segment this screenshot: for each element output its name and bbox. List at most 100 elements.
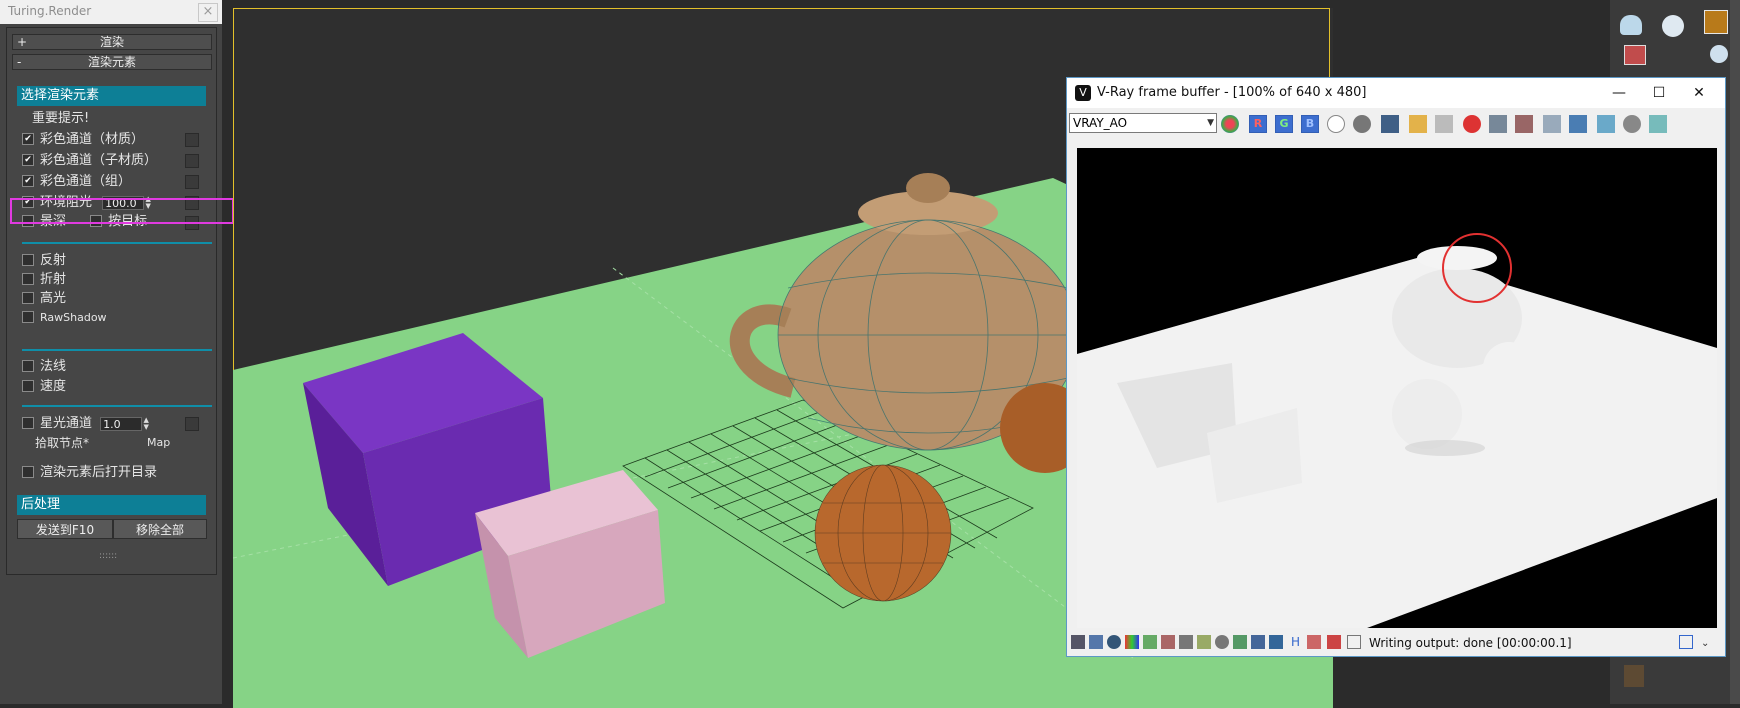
panel-close-button[interactable]: ×: [198, 3, 218, 22]
option-label: 反射: [40, 253, 67, 268]
mono-icon[interactable]: [1353, 115, 1371, 133]
close-button[interactable]: ✕: [1689, 83, 1709, 103]
select-elements-header: 选择渲染元素: [17, 86, 206, 106]
resize-grip[interactable]: ::::::: [99, 547, 117, 565]
stop-icon[interactable]: [1623, 115, 1641, 133]
sun-icon[interactable]: [1704, 10, 1728, 34]
link-settings-icon[interactable]: [1569, 115, 1587, 133]
region-render-icon[interactable]: [1543, 115, 1561, 133]
option-row[interactable]: 反射: [22, 252, 66, 270]
compare-icon[interactable]: [1269, 635, 1283, 649]
panel-body: + 渲染 - 渲染元素 选择渲染元素 重要提示! ✔ 彩色通道（材质） ✔ 彩色通道…: [6, 27, 217, 575]
panel-toggle-icon[interactable]: [1679, 635, 1693, 649]
follow-mouse-icon[interactable]: [1515, 115, 1533, 133]
channel-row-material[interactable]: ✔ 彩色通道（材质）: [22, 131, 144, 149]
curve-icon[interactable]: [1161, 635, 1175, 649]
alpha-white-icon[interactable]: [1327, 115, 1345, 133]
track-mouse-icon[interactable]: [1489, 115, 1507, 133]
checkbox[interactable]: [22, 291, 34, 304]
levels-icon[interactable]: [1143, 635, 1157, 649]
green-channel-button[interactable]: G: [1275, 115, 1293, 133]
open-folder-icon[interactable]: [1409, 115, 1427, 133]
clipboard-icon[interactable]: [1435, 115, 1453, 133]
lens-effects-icon[interactable]: [1233, 635, 1247, 649]
option-row[interactable]: 高光: [22, 290, 66, 308]
h-flip-button[interactable]: H: [1291, 635, 1300, 649]
option-row[interactable]: 法线: [22, 358, 66, 376]
render-frame-icon[interactable]: [1624, 45, 1646, 65]
rollout-render-label: 渲染: [99, 35, 124, 49]
checkbox[interactable]: [22, 465, 34, 478]
channel-row-submaterial[interactable]: ✔ 彩色通道（子材质）: [22, 152, 157, 170]
rollout-render[interactable]: + 渲染: [12, 34, 212, 50]
post-process-header: 后处理: [17, 495, 206, 515]
color-swatch[interactable]: [185, 133, 199, 147]
info-icon[interactable]: [1107, 635, 1121, 649]
color-correction-icon[interactable]: [1125, 635, 1139, 649]
open-dir-row[interactable]: 渲染元素后打开目录: [22, 464, 157, 482]
remove-all-button[interactable]: 移除全部: [113, 519, 207, 539]
glow-row[interactable]: 星光通道 1.0 ▲ ▼: [22, 415, 150, 433]
channel-row-group[interactable]: ✔ 彩色通道（组）: [22, 173, 131, 191]
checkbox[interactable]: [22, 253, 34, 266]
minimize-button[interactable]: —: [1609, 83, 1629, 103]
checkbox[interactable]: ✔: [22, 132, 34, 145]
maximize-button[interactable]: ☐: [1649, 83, 1669, 103]
divider: [22, 405, 212, 407]
divider: [22, 349, 212, 351]
panel-title: Turing.Render: [8, 4, 92, 18]
checkbox[interactable]: [22, 311, 34, 323]
option-row[interactable]: 速度: [22, 378, 66, 396]
checkbox[interactable]: [22, 416, 34, 429]
pixel-aspect-icon[interactable]: [1327, 635, 1341, 649]
render-output-canvas[interactable]: [1077, 148, 1717, 628]
teapot-settings-icon[interactable]: [1662, 15, 1684, 37]
histogram-icon[interactable]: [1179, 635, 1193, 649]
color-swatch[interactable]: [185, 417, 199, 431]
checkbox[interactable]: ✔: [22, 153, 34, 166]
chevron-down-icon[interactable]: ⌄: [1701, 635, 1715, 649]
open-dir-label: 渲染元素后打开目录: [40, 465, 158, 480]
send-to-f10-button[interactable]: 发送到F10: [17, 519, 113, 539]
option-label: RawShadow: [40, 311, 107, 324]
color-swatch[interactable]: [185, 154, 199, 168]
v-flip-icon[interactable]: [1307, 635, 1321, 649]
checkbox[interactable]: [22, 379, 34, 392]
lut-icon[interactable]: [1089, 635, 1103, 649]
rollout-render-elements[interactable]: - 渲染元素: [12, 54, 212, 70]
channel-label: 彩色通道（材质）: [40, 132, 145, 147]
gear-icon[interactable]: [1215, 635, 1229, 649]
checkbox[interactable]: [22, 359, 34, 372]
option-row[interactable]: 折射: [22, 271, 66, 289]
crosshair-icon[interactable]: [1347, 635, 1361, 649]
important-note[interactable]: 重要提示!: [32, 110, 89, 128]
red-channel-button[interactable]: R: [1249, 115, 1267, 133]
vray-frame-buffer-window[interactable]: V V-Ray frame buffer - [100% of 640 x 48…: [1066, 77, 1726, 657]
history-icon[interactable]: [1071, 635, 1085, 649]
sphere-icon[interactable]: [1710, 45, 1728, 63]
channel-select[interactable]: VRAY_AO ▼: [1069, 113, 1217, 133]
option-row[interactable]: RawShadow: [22, 309, 107, 327]
panel-edge: [1730, 0, 1740, 704]
color-swatch[interactable]: [185, 175, 199, 189]
teapot-icon[interactable]: [1620, 15, 1642, 35]
glow-value-field[interactable]: 1.0: [100, 416, 143, 431]
exposure-icon[interactable]: [1197, 635, 1211, 649]
checkbox[interactable]: [22, 272, 34, 285]
spinner-icon[interactable]: ▲ ▼: [142, 416, 150, 431]
vray-logo-icon: V: [1075, 85, 1091, 101]
vfb-titlebar[interactable]: V V-Ray frame buffer - [100% of 640 x 48…: [1067, 78, 1725, 108]
color-channels-icon[interactable]: [1221, 115, 1239, 133]
checkbox[interactable]: ✔: [22, 174, 34, 187]
render-teapot-icon[interactable]: [1649, 115, 1667, 133]
save-icon[interactable]: [1381, 115, 1399, 133]
clear-icon[interactable]: [1463, 115, 1481, 133]
render-last-icon[interactable]: [1597, 115, 1615, 133]
hf-icon[interactable]: [1624, 665, 1644, 687]
pick-node-button[interactable]: 拾取节点*: [35, 434, 89, 452]
vfb-title: V-Ray frame buffer - [100% of 640 x 480]: [1097, 85, 1367, 100]
zoom-icon[interactable]: [1251, 635, 1265, 649]
map-button[interactable]: Map: [147, 434, 170, 452]
channel-label: 彩色通道（子材质）: [40, 153, 158, 168]
blue-channel-button[interactable]: B: [1301, 115, 1319, 133]
